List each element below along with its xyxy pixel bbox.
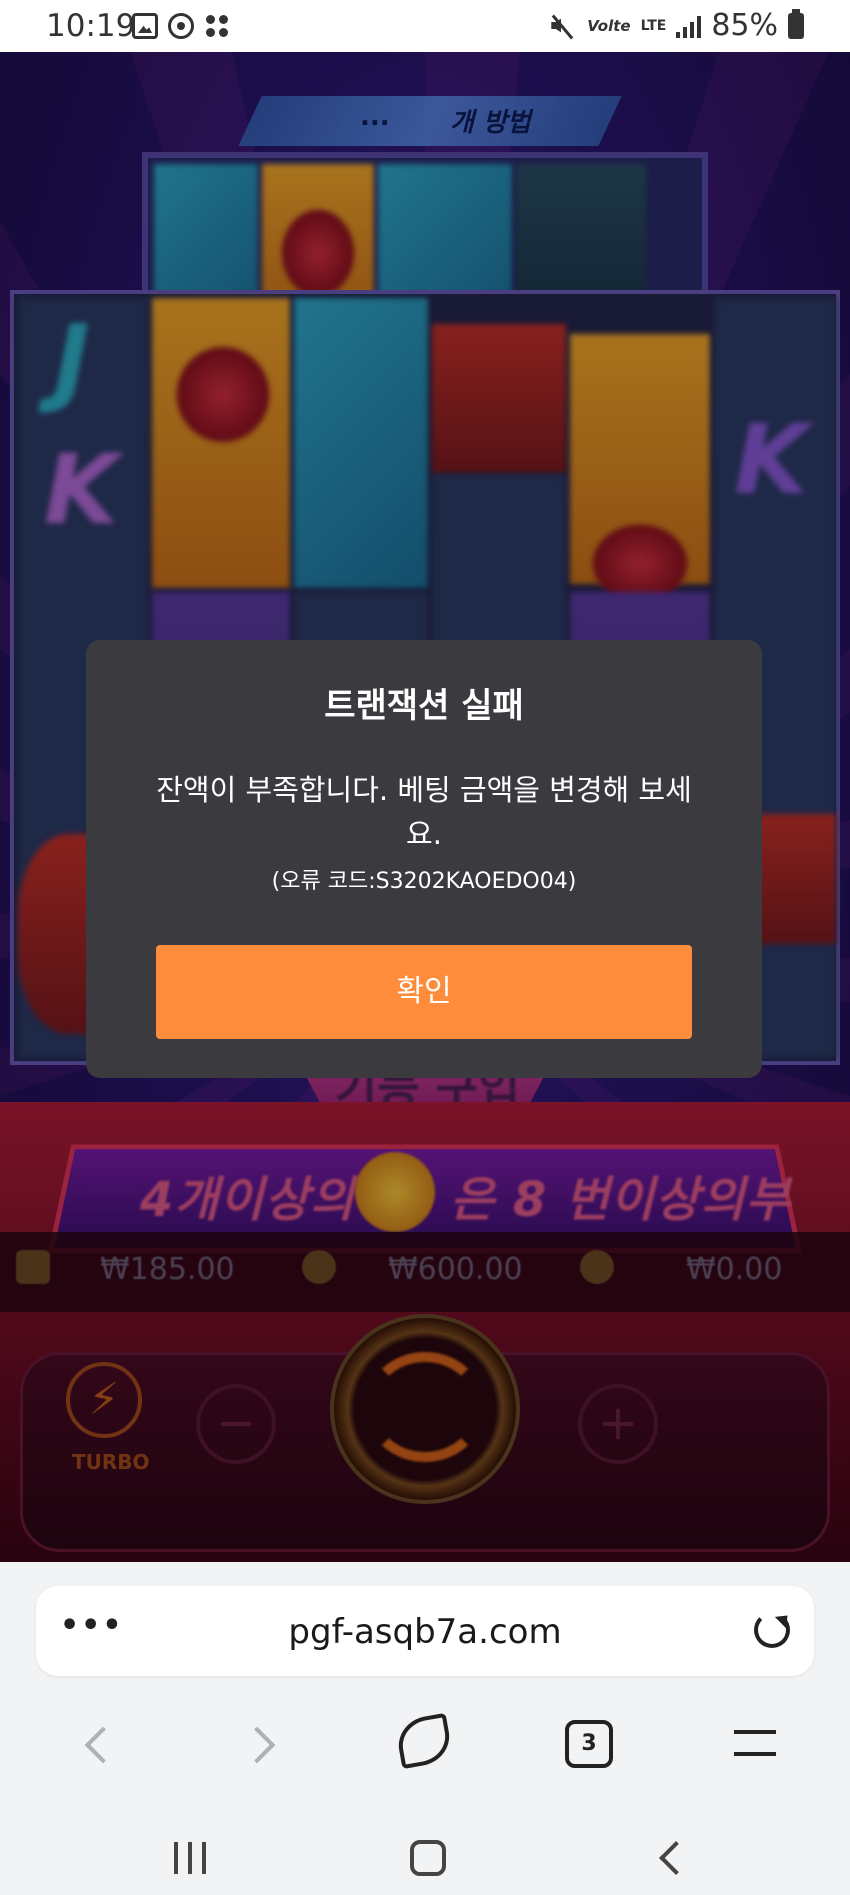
confirm-button[interactable]: 확인	[156, 945, 692, 1039]
dialog-title: 트랜잭션 실패	[324, 686, 524, 726]
lte-icon: LTE	[640, 17, 667, 34]
status-left-icons	[132, 13, 230, 39]
slot-game-canvas[interactable]: ... 개 방법 J K K 기능 구입 4개이상의 은 8 번이상의부 ₩18…	[0, 52, 850, 1562]
dialog-message: 잔액이 부족합니다. 베팅 금액을 변경해 보세요.	[156, 773, 692, 851]
battery-percent: 85%	[711, 8, 778, 43]
dots-app-icon	[204, 13, 230, 39]
battery-icon	[788, 8, 804, 39]
home-icon[interactable]	[410, 1840, 446, 1876]
status-bar: 10:19 Volte LTE 85%	[0, 0, 850, 52]
system-navigation-bar	[0, 1832, 850, 1895]
circle-app-icon	[168, 13, 194, 39]
mute-icon	[549, 12, 577, 40]
signal-icon	[676, 14, 702, 38]
url-text[interactable]: pgf-asqb7a.com	[36, 1612, 814, 1652]
back-arrow-icon[interactable]	[84, 1726, 122, 1764]
reload-icon[interactable]	[754, 1612, 790, 1648]
address-bar[interactable]: ••• pgf-asqb7a.com	[36, 1586, 814, 1676]
recents-icon[interactable]	[174, 1842, 210, 1874]
status-time: 10:19	[46, 8, 136, 44]
menu-icon[interactable]	[734, 1730, 776, 1756]
browser-home-icon[interactable]	[394, 1712, 454, 1770]
forward-arrow-icon[interactable]	[238, 1726, 276, 1764]
browser-toolbar: ••• pgf-asqb7a.com 3	[0, 1562, 850, 1895]
transaction-error-dialog: 트랜잭션 실패 잔액이 부족합니다. 베팅 금액을 변경해 보세요. (오류 코…	[86, 640, 762, 1078]
error-code: (오류 코드:S3202KAOEDO04)	[271, 869, 577, 894]
photo-icon	[132, 13, 158, 39]
phone-screen: 10:19 Volte LTE 85% ... 개 방법 J K K 기능 구입…	[0, 0, 850, 1895]
tabs-button[interactable]: 3	[565, 1720, 613, 1768]
back-icon[interactable]	[659, 1841, 693, 1875]
volte-icon: Volte	[587, 16, 631, 35]
browser-nav-row: 3	[0, 1712, 850, 1792]
status-right-icons: Volte LTE 85%	[549, 8, 804, 43]
